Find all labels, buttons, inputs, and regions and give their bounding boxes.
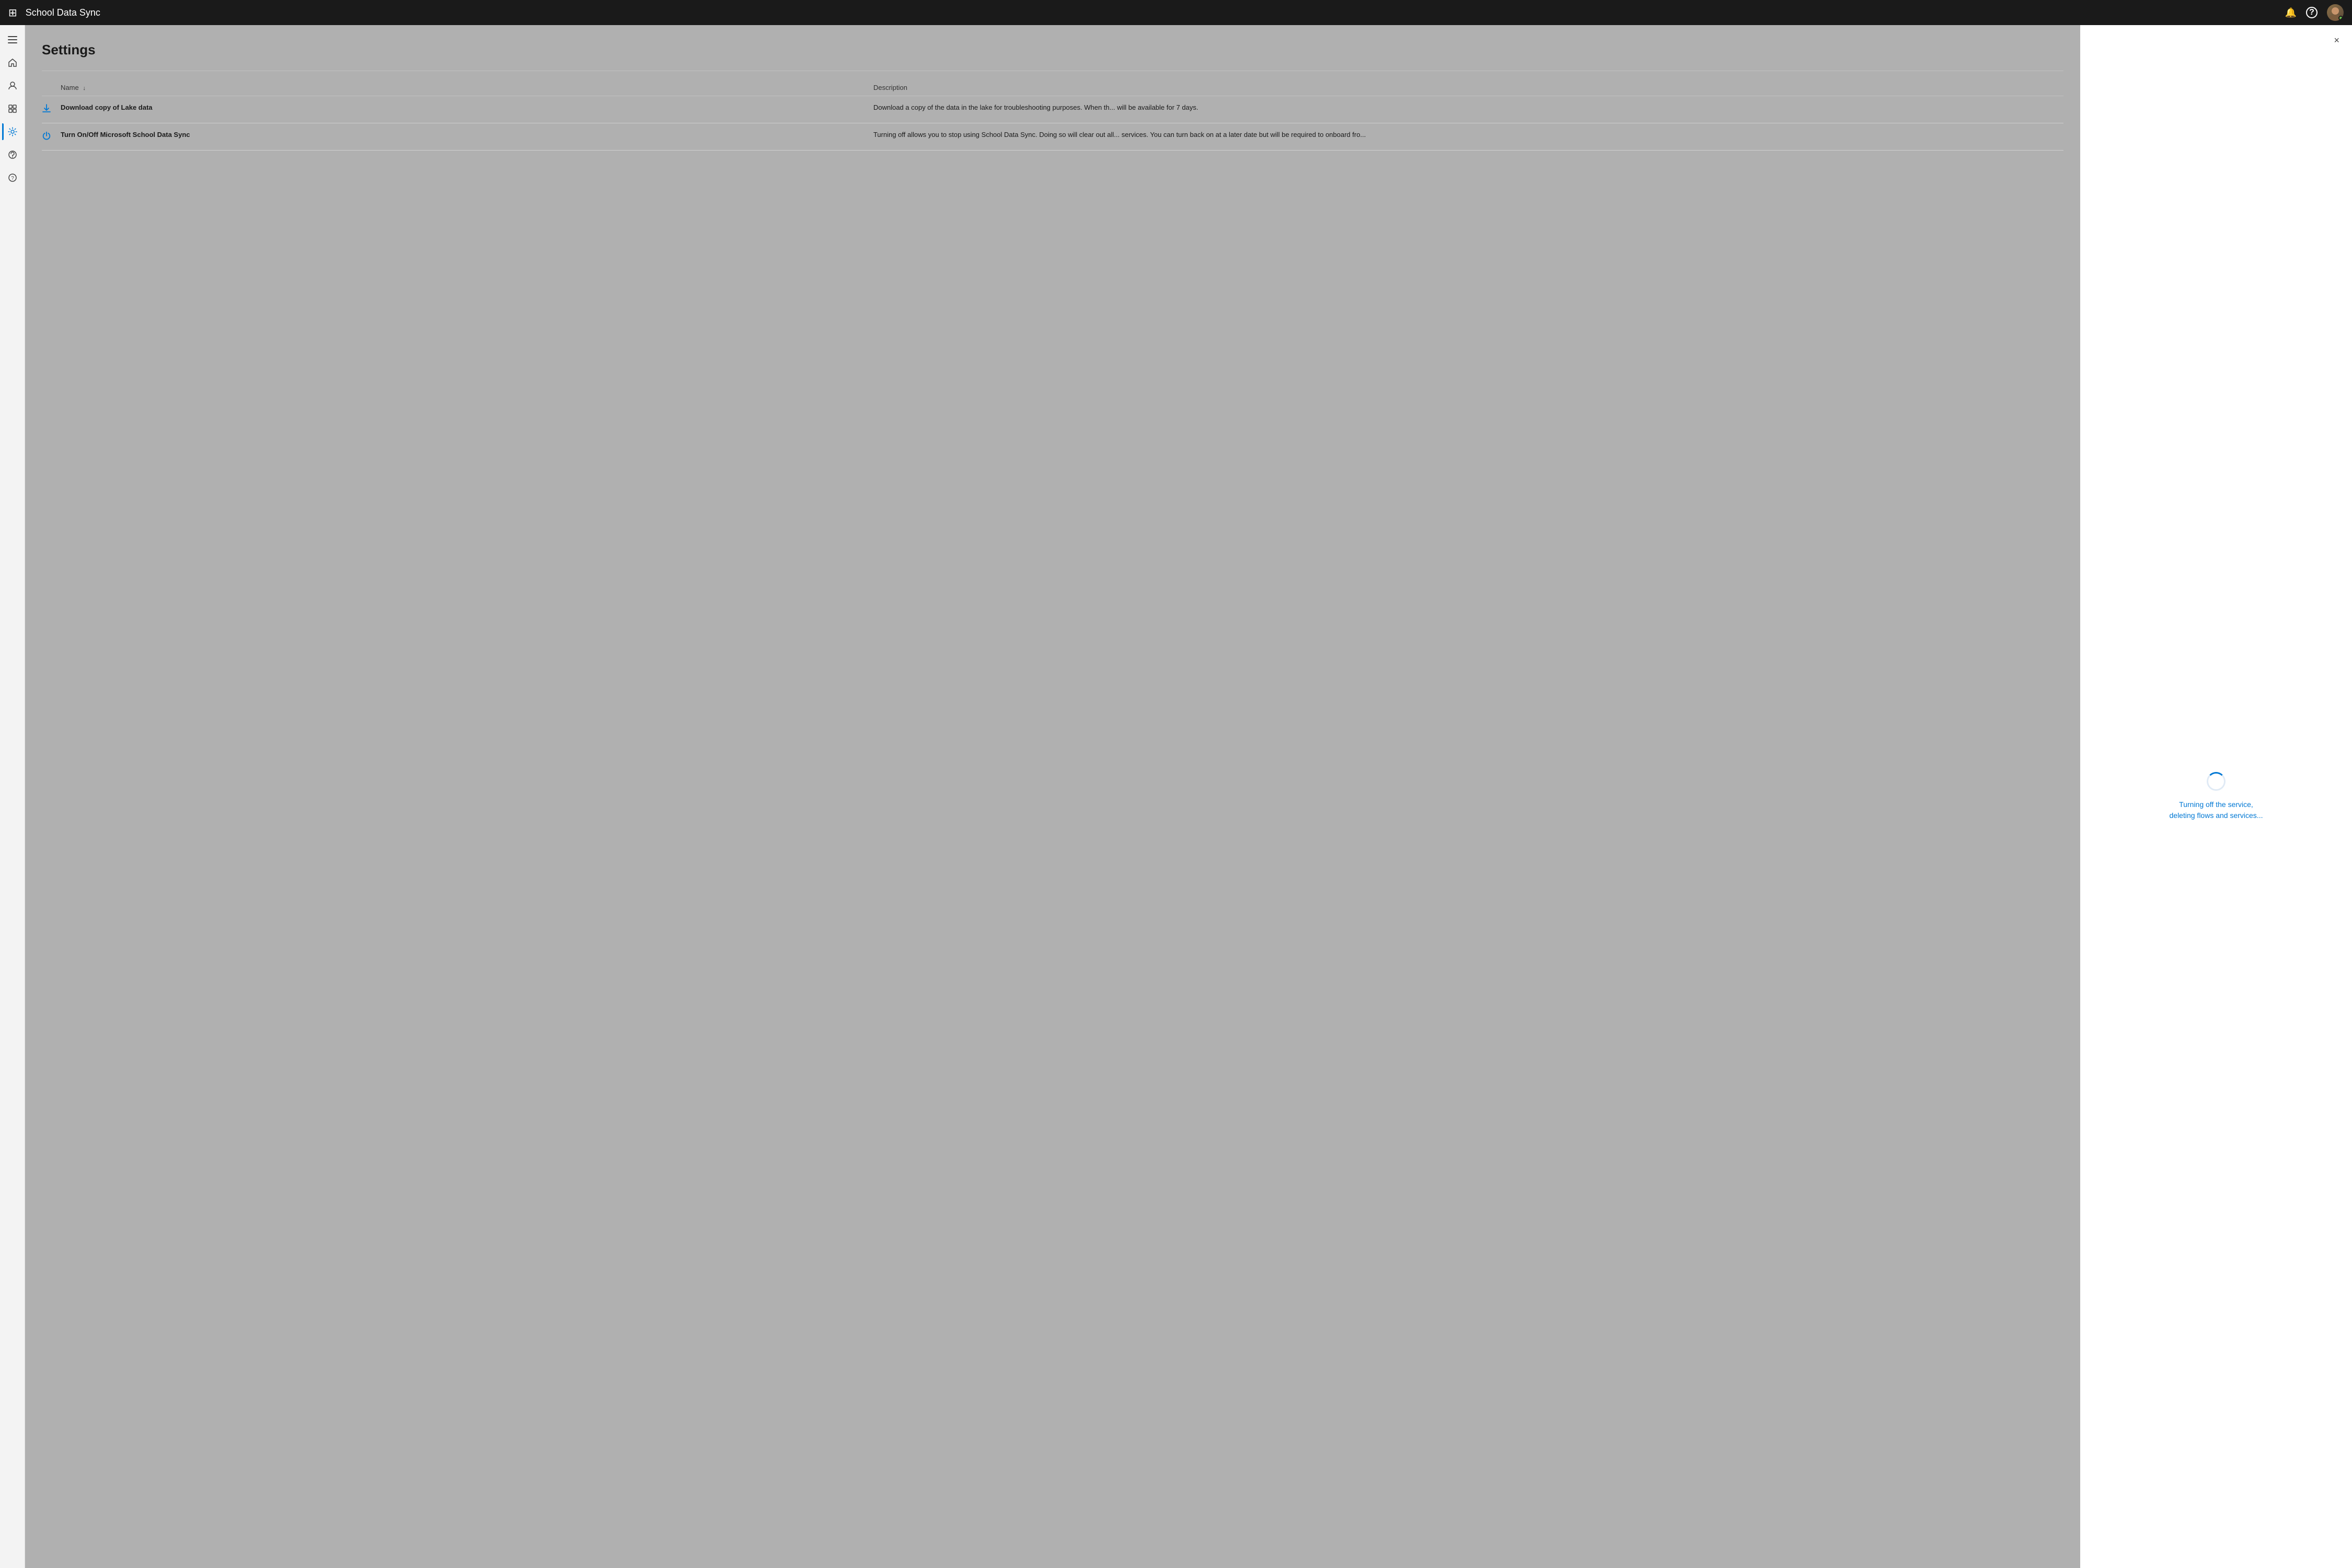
icon-col-header xyxy=(42,79,61,96)
help-icon[interactable]: ? xyxy=(2306,7,2318,18)
app-title: School Data Sync xyxy=(26,7,2285,18)
svg-text:?: ? xyxy=(11,176,14,181)
loading-container: Turning off the service, deleting flows … xyxy=(2170,772,2263,821)
loading-text: Turning off the service, deleting flows … xyxy=(2170,799,2263,821)
power-icon-cell xyxy=(42,123,61,151)
avatar[interactable] xyxy=(2327,4,2344,21)
loading-spinner xyxy=(2207,772,2226,791)
turnoff-row-name: Turn On/Off Microsoft School Data Sync xyxy=(61,123,873,151)
description-column-header: Description xyxy=(873,79,2063,96)
table-row: Download copy of Lake data Download a co… xyxy=(42,96,2063,123)
waffle-icon[interactable]: ⊞ xyxy=(8,6,17,19)
topbar: ⊞ School Data Sync 🔔 ? xyxy=(0,0,2352,25)
main-content: Settings Name ↓ Description xyxy=(25,25,2080,1568)
sidebar-item-home[interactable] xyxy=(2,52,23,73)
download-row-description: Download a copy of the data in the lake … xyxy=(873,96,2063,123)
name-column-header[interactable]: Name ↓ xyxy=(61,79,873,96)
layout: ? Settings Name ↓ Description xyxy=(0,0,2352,1568)
download-row-name: Download copy of Lake data xyxy=(61,96,873,123)
sidebar-item-menu[interactable] xyxy=(2,29,23,50)
sidebar-item-user[interactable] xyxy=(2,75,23,96)
sidebar: ? xyxy=(0,25,25,1568)
settings-table: Name ↓ Description xyxy=(42,79,2063,151)
sort-arrow-icon: ↓ xyxy=(83,85,86,91)
table-row: Turn On/Off Microsoft School Data Sync T… xyxy=(42,123,2063,151)
settings-page: Settings Name ↓ Description xyxy=(42,42,2063,151)
turnoff-row-description: Turning off allows you to stop using Sch… xyxy=(873,123,2063,151)
right-panel: × Turning off the service, deleting flow… xyxy=(2080,25,2352,1568)
active-indicator xyxy=(2,123,4,140)
topbar-icons: 🔔 ? xyxy=(2285,4,2344,21)
sidebar-item-settings[interactable] xyxy=(2,121,23,142)
download-icon-cell xyxy=(42,96,61,123)
table-header: Name ↓ Description xyxy=(42,79,2063,96)
table-body: Download copy of Lake data Download a co… xyxy=(42,96,2063,151)
notification-icon[interactable]: 🔔 xyxy=(2285,7,2297,18)
page-title: Settings xyxy=(42,42,2063,58)
sidebar-item-help[interactable]: ? xyxy=(2,167,23,188)
close-button[interactable]: × xyxy=(2332,33,2342,47)
avatar-status-dot xyxy=(2338,16,2343,20)
sidebar-item-data[interactable] xyxy=(2,98,23,119)
sidebar-item-support[interactable] xyxy=(2,144,23,165)
